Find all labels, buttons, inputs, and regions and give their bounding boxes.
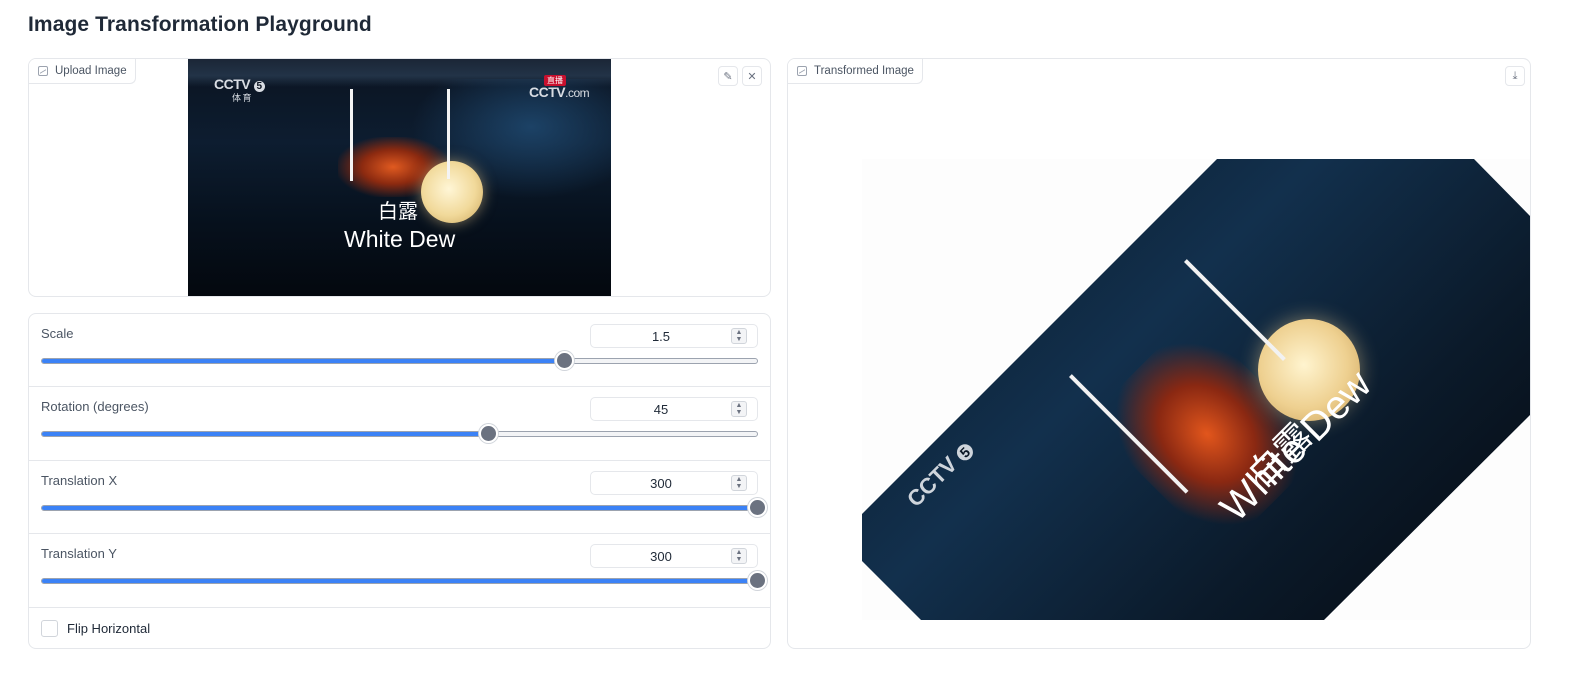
rotation-number-input[interactable]: ▲▼ bbox=[590, 397, 758, 421]
translation-x-slider[interactable] bbox=[41, 498, 767, 517]
scale-number-input[interactable]: ▲▼ bbox=[590, 324, 758, 348]
transformed-image-label-tag: Transformed Image bbox=[788, 59, 923, 84]
translation-y-label: Translation Y bbox=[41, 546, 117, 561]
scale-input[interactable] bbox=[591, 325, 731, 347]
translation-x-slider-thumb[interactable] bbox=[748, 498, 767, 517]
spinner-icon[interactable]: ▲ ▼ bbox=[731, 548, 747, 564]
translation-x-input[interactable] bbox=[591, 472, 731, 494]
translation-x-control: Translation X ▲▼ bbox=[29, 461, 770, 534]
caption-english: White Dew bbox=[344, 226, 456, 252]
rotation-control: Rotation (degrees) ▲▼ bbox=[29, 387, 770, 461]
rotation-label: Rotation (degrees) bbox=[41, 399, 149, 414]
scale-label: Scale bbox=[41, 326, 74, 341]
scale-slider-fill bbox=[42, 359, 564, 363]
spinner-icon[interactable]: ▲ ▼ bbox=[731, 328, 747, 344]
flip-horizontal-checkbox[interactable] bbox=[41, 620, 58, 637]
caption-chinese: 白露 bbox=[378, 201, 418, 223]
translation-y-input[interactable] bbox=[591, 545, 731, 567]
translation-y-control: Translation Y ▲▼ bbox=[29, 534, 770, 608]
transform-controls: Scale ▲▼ Rotation (degrees) ▲▼ Translati… bbox=[28, 313, 771, 649]
image-icon bbox=[38, 66, 48, 76]
upload-image-label: Upload Image bbox=[55, 65, 127, 77]
translation-y-slider-thumb[interactable] bbox=[748, 571, 767, 590]
translation-x-label: Translation X bbox=[41, 473, 118, 488]
moon bbox=[421, 161, 483, 223]
transformed-image-panel: Transformed Image ⤓ 白露 White Dew CCTV 5 bbox=[787, 58, 1531, 649]
cctv5-logo: CCTV 5 bbox=[214, 76, 265, 92]
download-icon[interactable]: ⤓ bbox=[1505, 66, 1525, 86]
upload-image-panel[interactable]: Upload Image ✎ ✕ CCTV 5 体 育 直播 CCTV.com … bbox=[28, 58, 771, 297]
page-title: Image Transformation Playground bbox=[28, 13, 372, 36]
translation-x-slider-fill bbox=[42, 506, 757, 510]
rotation-slider-thumb[interactable] bbox=[479, 424, 499, 443]
rotation-slider[interactable] bbox=[41, 424, 758, 443]
scale-slider[interactable] bbox=[41, 351, 758, 370]
flip-horizontal-option[interactable]: Flip Horizontal bbox=[41, 620, 150, 637]
translation-y-number-input[interactable]: ▲▼ bbox=[590, 544, 758, 568]
uploaded-image: CCTV 5 体 育 直播 CCTV.com 白露 White Dew bbox=[188, 59, 611, 296]
image-icon bbox=[797, 66, 807, 76]
transformed-image: 白露 White Dew CCTV 5 bbox=[862, 159, 1530, 620]
scale-control: Scale ▲▼ bbox=[29, 314, 770, 387]
upload-image-label-tag: Upload Image bbox=[29, 59, 136, 84]
pencil-icon[interactable]: ✎ bbox=[718, 66, 738, 86]
spinner-icon[interactable]: ▲ ▼ bbox=[731, 475, 747, 491]
cctv-com-logo: CCTV.com bbox=[529, 84, 590, 100]
close-icon[interactable]: ✕ bbox=[742, 66, 762, 86]
translation-y-slider-fill bbox=[42, 579, 757, 583]
spinner-icon[interactable]: ▲ ▼ bbox=[731, 401, 747, 417]
scale-slider-thumb[interactable] bbox=[554, 351, 574, 370]
translation-y-slider[interactable] bbox=[41, 571, 767, 590]
flip-horizontal-label: Flip Horizontal bbox=[67, 621, 151, 636]
cctv5-logo-sub: 体 育 bbox=[232, 93, 252, 103]
transformed-image-label: Transformed Image bbox=[814, 65, 914, 77]
cctv5-logo: CCTV 5 bbox=[902, 436, 978, 512]
rotation-slider-fill bbox=[42, 432, 489, 436]
rotation-input[interactable] bbox=[591, 398, 731, 420]
translation-x-number-input[interactable]: ▲▼ bbox=[590, 471, 758, 495]
